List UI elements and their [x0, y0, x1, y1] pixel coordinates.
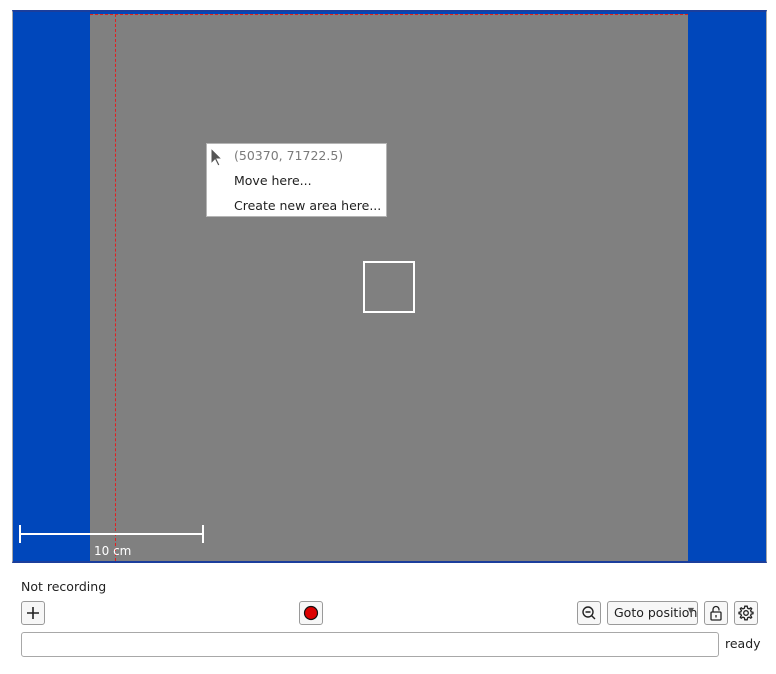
gear-icon — [738, 605, 754, 621]
add-button[interactable] — [21, 601, 45, 625]
arrow-cursor-icon — [210, 147, 224, 167]
menu-coordinates-label: (50370, 71722.5) — [234, 148, 344, 163]
command-input[interactable] — [21, 632, 719, 657]
menu-item-create-area[interactable]: Create new area here... — [234, 198, 381, 213]
record-icon — [303, 605, 319, 621]
settings-button[interactable] — [734, 601, 758, 625]
context-menu: (50370, 71722.5) Move here... Create new… — [206, 143, 387, 217]
goto-position-select[interactable]: Goto position ▼ — [607, 601, 698, 625]
record-button[interactable] — [299, 601, 323, 625]
lock-open-icon — [710, 605, 722, 621]
recording-status: Not recording — [21, 579, 107, 594]
chevron-down-icon: ▼ — [687, 606, 694, 615]
ready-status: ready — [725, 636, 761, 651]
map-view[interactable]: 10 cm — [12, 10, 767, 563]
current-position-marker — [363, 261, 415, 313]
vertical-guide-line — [115, 14, 116, 561]
scale-bar — [19, 525, 204, 543]
scale-bar-line — [19, 533, 204, 535]
lock-button[interactable] — [704, 601, 728, 625]
plus-icon — [27, 607, 39, 619]
menu-item-move-here[interactable]: Move here... — [234, 173, 312, 188]
zoom-out-icon — [582, 606, 596, 620]
horizontal-guide-line — [90, 14, 688, 15]
scale-bar-left-tick — [19, 525, 21, 543]
zoom-out-button[interactable] — [577, 601, 601, 625]
scale-bar-right-tick — [202, 525, 204, 543]
scale-label: 10 cm — [94, 544, 132, 558]
goto-position-label: Goto position — [614, 605, 698, 620]
